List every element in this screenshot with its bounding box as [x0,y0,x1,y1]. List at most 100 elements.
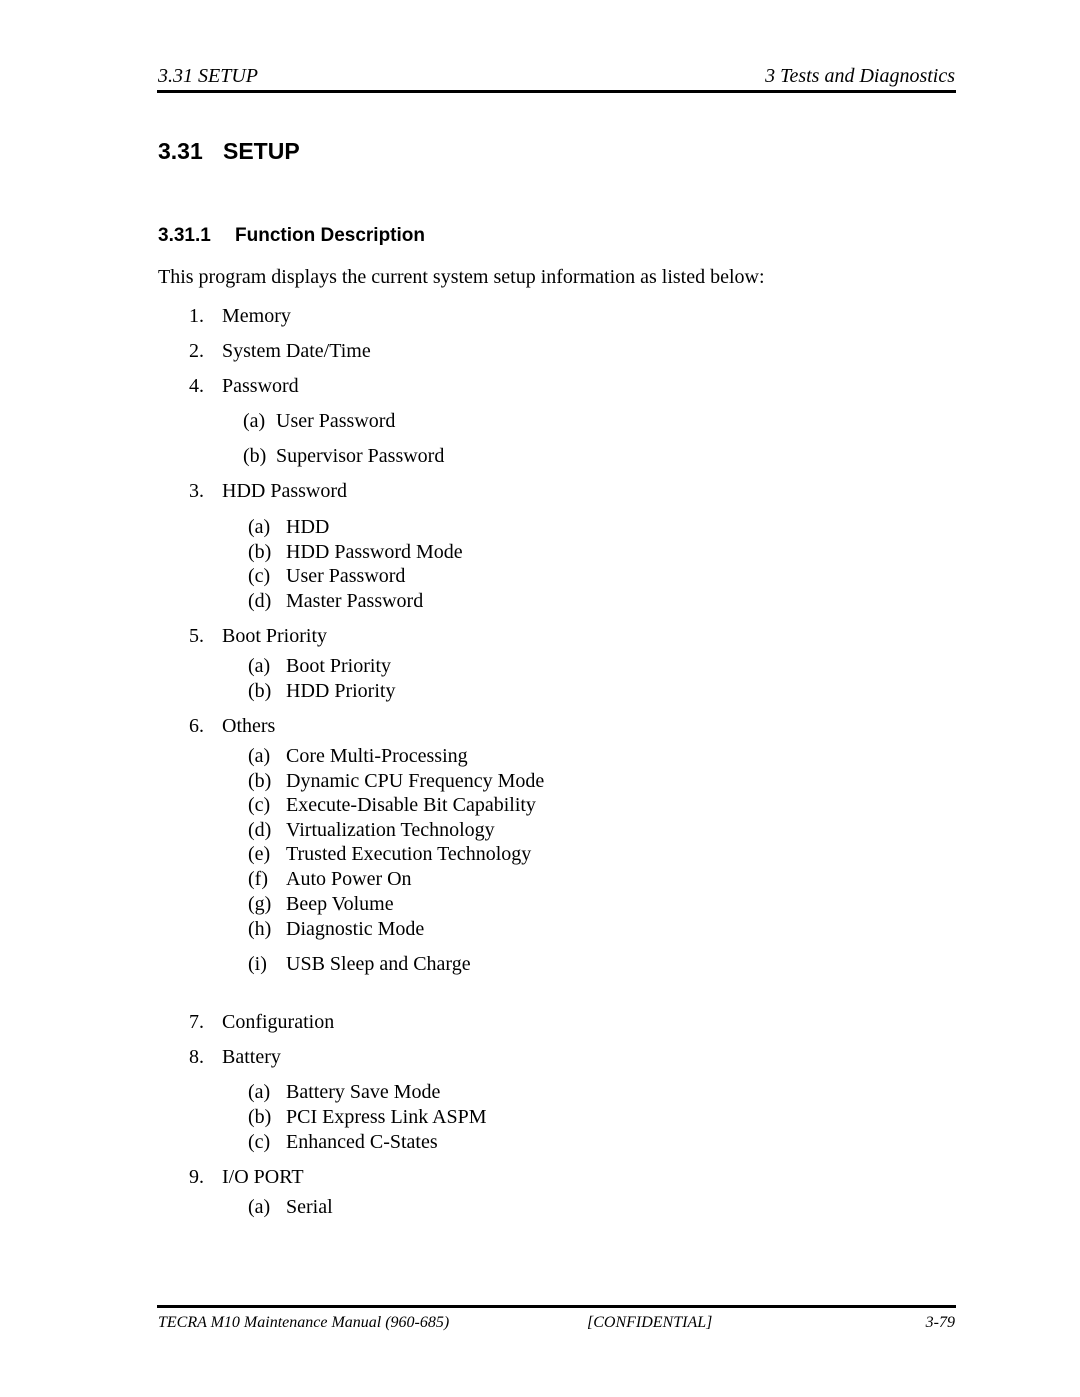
list-marker: (b) [248,1106,272,1128]
list-label: HDD Priority [286,680,396,702]
list-subitem: (b) Dynamic CPU Frequency Mode [248,769,544,793]
list-label: Dynamic CPU Frequency Mode [286,770,545,792]
list-label: Configuration [222,1011,335,1033]
list-subitem: (e) Trusted Execution Technology [248,842,531,866]
subsection-title: Function Description [235,225,425,246]
list-label: Execute-Disable Bit Capability [286,794,536,816]
running-header-chapter: 3 Tests and Diagnostics [765,65,955,87]
section-number: 3.31 [158,138,203,164]
list-subitem: (d) Master Password [248,589,423,613]
list-subitem: (b) Supervisor Password [243,444,444,468]
list-label: USB Sleep and Charge [286,953,471,975]
list-marker: (e) [248,843,271,865]
list-marker: 5. [189,625,204,647]
list-item: 7. Configuration [189,1010,334,1034]
list-subitem: (a) Core Multi-Processing [248,744,468,768]
list-subitem: (c) Execute-Disable Bit Capability [248,793,536,817]
running-header-section: 3.31 SETUP [158,65,258,87]
list-marker: 1. [189,305,204,327]
section-title: SETUP [223,138,300,164]
list-marker: (b) [248,680,272,702]
list-item: 8. Battery [189,1045,281,1069]
list-item: 5. Boot Priority [189,624,327,648]
list-subitem: (f) Auto Power On [248,867,412,891]
list-label: Auto Power On [286,868,412,890]
list-subitem: (a) User Password [243,409,395,433]
list-subitem: (a) HDD [248,515,329,539]
list-marker: (f) [248,868,268,890]
list-label: I/O PORT [222,1166,304,1188]
list-label: User Password [276,410,396,432]
list-label: Others [222,715,276,737]
list-marker: (a) [243,410,266,432]
list-marker: 8. [189,1046,204,1068]
header-rule [157,90,956,93]
list-label: System Date/Time [222,340,371,362]
list-subitem: (d) Virtualization Technology [248,818,495,842]
list-marker: (a) [248,1081,271,1103]
list-label: Battery Save Mode [286,1081,441,1103]
list-marker: (a) [248,745,271,767]
subsection-number: 3.31.1 [158,225,211,246]
list-marker: (a) [248,1196,271,1218]
list-marker: (b) [248,770,272,792]
list-label: HDD Password [222,480,347,502]
list-item: 1. Memory [189,304,291,328]
list-subitem: (g) Beep Volume [248,892,394,916]
list-marker: (a) [248,655,271,677]
footer-manual-title: TECRA M10 Maintenance Manual (960-685) [158,1314,450,1331]
list-subitem: (b) HDD Priority [248,679,395,703]
list-marker: (c) [248,1131,271,1153]
list-marker: (b) [248,541,272,563]
list-label: Serial [286,1196,333,1218]
list-marker: 9. [189,1166,204,1188]
list-marker: (c) [248,565,271,587]
list-label: Supervisor Password [276,445,445,467]
list-label: PCI Express Link ASPM [286,1106,487,1128]
section-heading: 3.31 SETUP [158,136,300,166]
list-marker: (a) [248,516,271,538]
list-subitem: (a) Boot Priority [248,654,391,678]
list-subitem: (b) HDD Password Mode [248,540,463,564]
list-label: Memory [222,305,291,327]
list-item: 3. HDD Password [189,479,347,503]
intro-paragraph: This program displays the current system… [158,266,765,288]
list-marker: 4. [189,375,204,397]
list-marker: 2. [189,340,204,362]
list-subitem: (h) Diagnostic Mode [248,917,424,941]
footer-page-number: 3-79 [925,1314,955,1331]
list-label: HDD [286,516,330,538]
list-subitem: (b) PCI Express Link ASPM [248,1105,487,1129]
list-label: Password [222,375,299,397]
list-label: Beep Volume [286,893,394,915]
list-subitem: (c) Enhanced C-States [248,1130,438,1154]
list-label: Master Password [286,590,424,612]
list-label: Diagnostic Mode [286,918,425,940]
list-marker: 7. [189,1011,204,1033]
list-marker: (i) [248,953,267,975]
list-marker: (g) [248,893,272,915]
list-label: Core Multi-Processing [286,745,468,767]
list-subitem: (a) Battery Save Mode [248,1080,440,1104]
list-label: Battery [222,1046,281,1068]
list-marker: 3. [189,480,204,502]
list-marker: (b) [243,445,267,467]
list-item: 2. System Date/Time [189,339,371,363]
list-subitem: (i) USB Sleep and Charge [248,952,471,976]
list-marker: (c) [248,794,271,816]
footer-rule [157,1305,956,1308]
list-label: User Password [286,565,406,587]
list-item: 4. Password [189,374,299,398]
subsection-heading: 3.31.1 Function Description [158,224,425,248]
list-marker: (h) [248,918,272,940]
list-marker: (d) [248,819,272,841]
list-subitem: (a) Serial [248,1195,333,1219]
list-item: 6. Others [189,714,275,738]
list-label: Boot Priority [286,655,392,677]
list-item: 9. I/O PORT [189,1165,304,1189]
list-label: Virtualization Technology [286,819,495,841]
list-label: Trusted Execution Technology [286,843,532,865]
list-marker: 6. [189,715,204,737]
list-label: HDD Password Mode [286,541,463,563]
footer-confidential: [CONFIDENTIAL] [587,1314,713,1331]
